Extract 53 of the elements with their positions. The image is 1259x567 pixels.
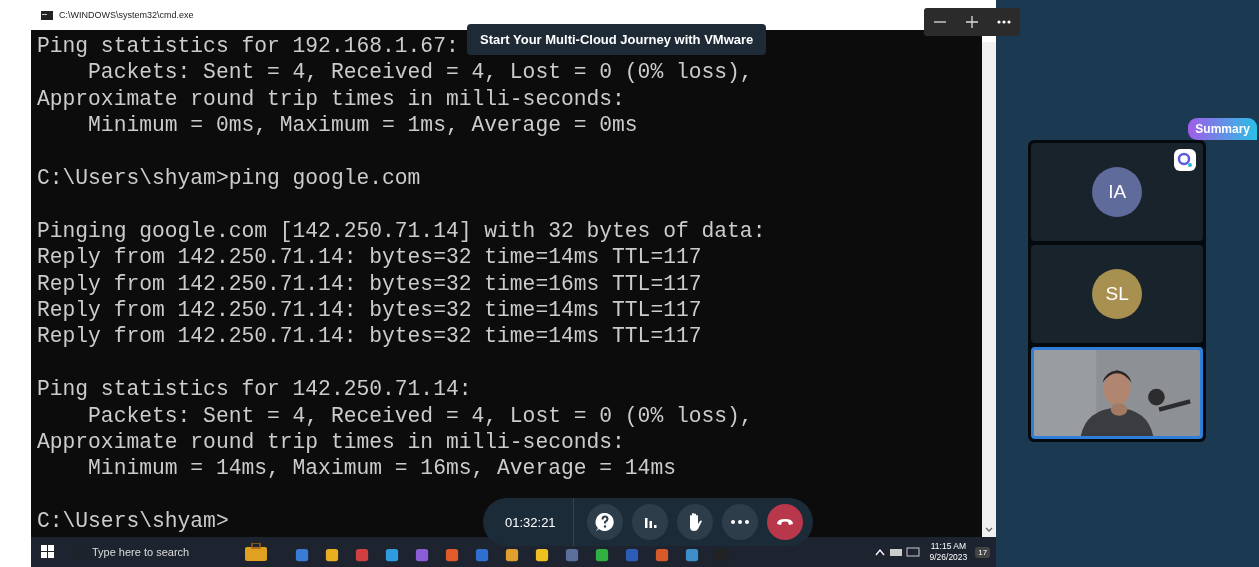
terminal-line: Pinging google.com [142.250.71.14] with 32 bytes of data: — [36, 217, 766, 245]
terminal-line: Packets: Sent = 4, Received = 4, Lost = 0 (0% loss), — [87, 59, 753, 86]
avatar: SL — [1092, 269, 1143, 319]
terminal-line: Ping statistics for 192.168.1.67: — [36, 33, 459, 60]
terminal-line: Ping statistics for 142.250.71.14: — [36, 376, 472, 403]
windows-start-icon[interactable] — [40, 545, 55, 559]
app-icon[interactable] — [594, 548, 609, 562]
more-icon — [730, 520, 749, 524]
app-icon[interactable] — [324, 548, 339, 562]
banner: Start Your Multi-Cloud Journey with VMware — [467, 24, 767, 55]
help-button[interactable] — [586, 504, 623, 540]
terminal-line: Approximate round trip times in milli-seconds: — [36, 85, 625, 113]
window-title: C:\WINDOWS\system32\cmd.exe — [58, 10, 194, 20]
terminal-line: Minimum = 14ms, Maximum = 16ms, Average = 14ms — [87, 455, 676, 482]
raise-hand-button[interactable] — [676, 504, 713, 540]
terminal-line: Packets: Sent = 4, Received = 4, Lost = 0 (0% loss), — [87, 402, 753, 430]
terminal-line: Approximate round trip times in milli-seconds: — [36, 429, 625, 456]
app-icon[interactable] — [504, 548, 519, 562]
participant-tile[interactable]: IA — [1031, 143, 1204, 241]
scrollbar[interactable] — [982, 42, 997, 537]
briefcase-icon[interactable] — [244, 543, 267, 561]
plus-icon[interactable] — [965, 15, 979, 29]
phone-hangup-icon — [775, 518, 794, 526]
terminal-line: Minimum = 0ms, Maximum = 1ms, Average = 0ms — [87, 112, 638, 139]
more-options-button[interactable] — [721, 504, 758, 540]
bar-chart-icon — [642, 515, 657, 529]
help-icon — [594, 512, 615, 532]
assistant-logo-icon[interactable] — [1174, 149, 1197, 171]
terminal-line: C:\Users\shyam>ping google.com — [36, 165, 421, 192]
notification-badge[interactable]: 17 — [975, 546, 991, 558]
tray-icons[interactable] — [875, 546, 922, 558]
call-timer: 01:32:21 — [505, 514, 556, 530]
summary-button[interactable]: Summary — [1188, 118, 1257, 140]
app-icon[interactable] — [294, 548, 309, 562]
app-icon[interactable] — [384, 548, 399, 562]
more-icon[interactable] — [997, 20, 1011, 24]
terminal-line: Reply from 142.250.71.14: bytes=32 time=14ms TTL=117 — [36, 244, 702, 271]
app-icon[interactable] — [654, 548, 669, 562]
app-icon[interactable] — [444, 548, 459, 562]
terminal-line: C:\Users\shyam> — [36, 508, 229, 535]
console-icon — [40, 10, 53, 20]
terminal-line: Reply from 142.250.71.14: bytes=32 time=16ms TTL=117 — [36, 270, 702, 298]
participant-tile[interactable]: SL — [1031, 245, 1204, 343]
app-icon[interactable] — [684, 548, 699, 562]
clock-time: 11:15 AM — [930, 541, 967, 552]
clock-date: 9/26/2023 — [929, 552, 968, 563]
terminal-line: Reply from 142.250.71.14: bytes=32 time=14ms TTL=117 — [36, 297, 702, 324]
terminal-line: Reply from 142.250.71.14: bytes=32 time=14ms TTL=117 — [36, 323, 702, 350]
app-icon[interactable] — [534, 548, 549, 562]
avatar: IA — [1092, 167, 1143, 217]
scroll-down-icon[interactable] — [985, 527, 994, 533]
end-call-button[interactable] — [766, 504, 803, 540]
stats-button[interactable] — [631, 504, 668, 540]
